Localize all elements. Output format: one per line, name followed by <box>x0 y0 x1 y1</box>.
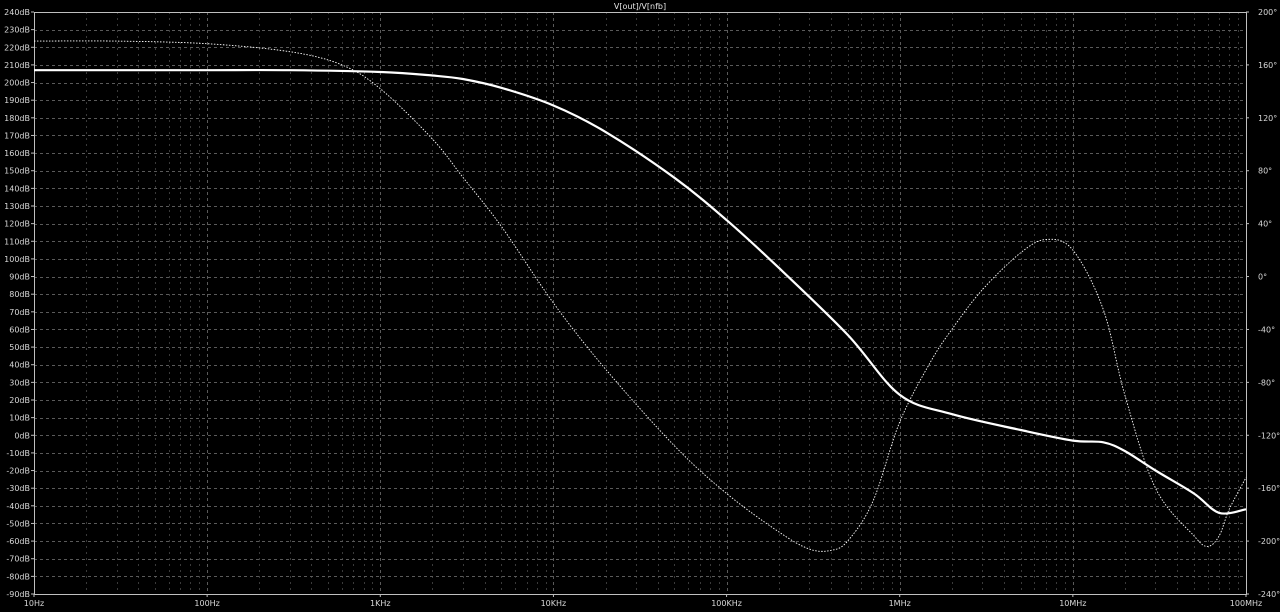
left-axis-ticks: 240dB 230dB 220dB 210dB 200dB 190dB 180dB 170dB… <box>4 8 34 599</box>
left-tick-label: 40dB <box>9 361 30 370</box>
left-tick-label: 0dB <box>14 431 30 440</box>
x-tick-label: 10MHz <box>1059 599 1086 608</box>
left-tick-label: -30dB <box>6 484 30 493</box>
left-tick-label: 20dB <box>9 396 30 405</box>
right-tick-label: 40° <box>1258 220 1272 229</box>
right-axis-ticks: 200° 160° 120° 80° 40° 0° -40° -80° -120° -160° -2… <box>1246 8 1280 599</box>
right-tick-label: 80° <box>1258 167 1272 176</box>
left-tick-label: 240dB <box>4 8 30 17</box>
left-tick-label: -40dB <box>6 502 30 511</box>
left-tick-label: -10dB <box>6 449 30 458</box>
chart-title: V[out]/V[nfb] <box>614 2 666 11</box>
phase-series-line <box>33 40 1247 552</box>
left-tick-label: 180dB <box>4 114 30 123</box>
bode-plot: V[out]/V[nfb] 240dB 230dB 220dB 210dB 200dB 1… <box>4 2 1280 608</box>
right-tick-label: 160° <box>1258 61 1277 70</box>
left-tick-label: -50dB <box>6 519 30 528</box>
left-tick-label: -60dB <box>6 537 30 546</box>
right-tick-label: -160° <box>1258 484 1280 493</box>
left-tick-label: 80dB <box>9 290 30 299</box>
right-tick-label: -200° <box>1258 537 1280 546</box>
left-tick-label: 150dB <box>4 167 30 176</box>
series-group <box>33 40 1247 552</box>
left-tick-label: 230dB <box>4 26 30 35</box>
left-tick-label: 100dB <box>4 255 30 264</box>
right-tick-label: -240° <box>1258 590 1280 599</box>
left-tick-label: 210dB <box>4 61 30 70</box>
left-tick-label: 190dB <box>4 96 30 105</box>
left-tick-label: 60dB <box>9 325 30 334</box>
left-tick-label: 140dB <box>4 184 30 193</box>
magnitude-series-line <box>34 68 1247 515</box>
left-tick-label: 10dB <box>9 414 30 423</box>
x-tick-label: 100KHz <box>711 599 742 608</box>
right-tick-label: 0° <box>1258 273 1267 282</box>
x-tick-label: 100Hz <box>194 599 219 608</box>
right-tick-label: 120° <box>1258 114 1277 123</box>
right-tick-label: -40° <box>1258 325 1275 334</box>
left-tick-label: 130dB <box>4 202 30 211</box>
left-tick-label: 220dB <box>4 43 30 52</box>
left-tick-label: 170dB <box>4 131 30 140</box>
x-tick-label: 10Hz <box>24 599 44 608</box>
x-tick-label: 10KHz <box>541 599 567 608</box>
x-tick-label: 100MHz <box>1230 599 1262 608</box>
left-tick-label: 120dB <box>4 220 30 229</box>
x-tick-label: 1KHz <box>370 599 391 608</box>
plot-frame <box>34 12 1247 595</box>
right-tick-label: -120° <box>1258 431 1280 440</box>
x-tick-label: 1MHz <box>889 599 911 608</box>
left-tick-label: 70dB <box>9 308 30 317</box>
right-tick-label: 200° <box>1258 8 1277 17</box>
left-tick-label: -90dB <box>6 590 30 599</box>
left-tick-label: 110dB <box>4 237 30 246</box>
left-tick-label: 30dB <box>9 378 30 387</box>
left-tick-label: -80dB <box>6 572 30 581</box>
left-tick-label: 50dB <box>9 343 30 352</box>
left-tick-label: 200dB <box>4 79 30 88</box>
left-tick-label: 90dB <box>9 273 30 282</box>
grid <box>34 12 1246 594</box>
left-tick-label: -70dB <box>6 555 30 564</box>
x-axis-ticks: 10Hz 100Hz 1KHz 10KHz 100KHz 1MHz 10MHz 100MHz <box>24 594 1262 608</box>
left-tick-label: -20dB <box>6 467 30 476</box>
right-tick-label: -80° <box>1258 378 1275 387</box>
left-tick-label: 160dB <box>4 149 30 158</box>
